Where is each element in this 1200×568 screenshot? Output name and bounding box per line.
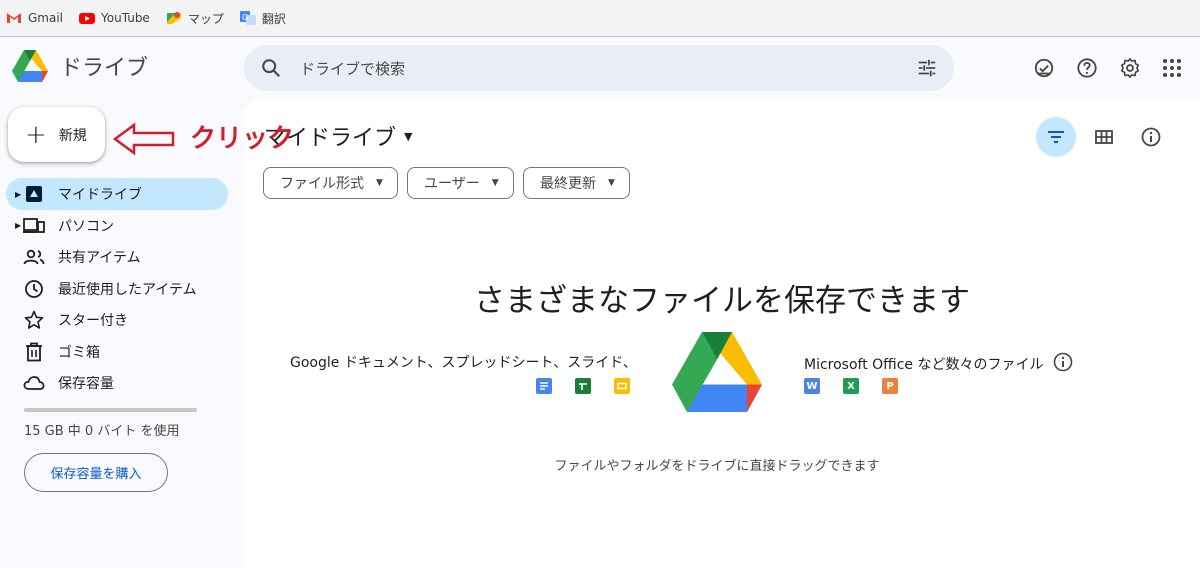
annotation-text: クリック (190, 124, 295, 154)
sidebar-item-recent[interactable]: 最近使用したアイテム (6, 273, 228, 305)
sidebar-item-label: 最近使用したアイテム (58, 281, 197, 298)
annotation-arrow-icon (112, 122, 175, 156)
computers-icon (23, 215, 45, 237)
sidebar-item-label: 保存容量 (58, 376, 114, 392)
slides-icon (614, 378, 630, 394)
sidebar-item-label: マイドライブ (58, 187, 142, 203)
sheets-icon (575, 378, 591, 394)
help-icon[interactable] (1075, 56, 1099, 80)
new-button[interactable]: + 新規 (8, 107, 105, 162)
main-content: マイドライブ ▼ ファイル形式 ▼ ユーザー ▼ 最終更新 ▼ さまざまなファイルを保… (244, 100, 1200, 568)
sidebar-item-my-drive[interactable]: ▶ マイドライブ (6, 178, 228, 210)
apps-grid-icon[interactable] (1160, 56, 1184, 80)
info-icon[interactable] (1053, 352, 1073, 376)
grid-view-button[interactable] (1084, 117, 1124, 157)
my-drive-icon (23, 183, 45, 205)
gmail-icon (6, 11, 22, 25)
chevron-down-icon: ▼ (608, 178, 615, 188)
office-caption-text: Microsoft Office など数々のファイル (804, 357, 1044, 373)
storage-usage-bar (24, 408, 197, 412)
filter-chip-modified[interactable]: 最終更新 ▼ (523, 167, 630, 199)
filter-icon (1048, 131, 1064, 143)
powerpoint-icon: P (882, 378, 898, 394)
bookmark-label: マップ (187, 11, 224, 26)
youtube-icon (79, 11, 96, 25)
sidebar-item-starred[interactable]: スター付き (6, 304, 228, 336)
docs-icon (536, 378, 552, 394)
title-dropdown-icon: ▼ (404, 129, 413, 143)
office-files-caption: Microsoft Office など数々のファイル (804, 352, 1073, 376)
bookmark-gmail[interactable]: Gmail (6, 11, 63, 25)
expand-caret-icon[interactable]: ▶ (15, 190, 21, 199)
bookmarks-bar: Gmail YouTube マップ G 翻訳 (0, 0, 1200, 37)
sidebar-item-trash[interactable]: ゴミ箱 (6, 336, 228, 368)
sidebar-item-label: パソコン (58, 218, 114, 235)
bookmark-label: YouTube (101, 11, 150, 25)
sidebar-item-storage[interactable]: 保存容量 (6, 367, 228, 399)
shared-icon (23, 246, 45, 268)
chip-label: ユーザー (424, 176, 480, 192)
sidebar-item-label: スター付き (58, 313, 128, 329)
sidebar-nav: ▶ マイドライブ ▶ パソコン 共有アイテム 最近使用したアイテム スター付き (6, 178, 228, 399)
sidebar-item-shared[interactable]: 共有アイテム (6, 241, 228, 273)
filter-chip-file-type[interactable]: ファイル形式 ▼ (263, 167, 398, 199)
chevron-down-icon: ▼ (491, 178, 499, 188)
filter-chip-user[interactable]: ユーザー ▼ (407, 167, 514, 199)
search-input[interactable]: ドライブで検索 (300, 58, 916, 79)
sidebar-item-label: 共有アイテム (58, 250, 141, 266)
maps-icon (166, 11, 182, 25)
drive-logo-icon (12, 50, 48, 82)
app-name: ドライブ (60, 56, 149, 81)
grid-view-icon (1095, 130, 1113, 144)
new-button-label: 新規 (58, 127, 87, 144)
cloud-icon (23, 372, 45, 394)
settings-gear-icon[interactable] (1118, 56, 1142, 80)
search-options-icon[interactable] (916, 57, 938, 79)
translate-icon: G (239, 11, 256, 25)
bookmark-maps[interactable]: マップ (166, 10, 224, 27)
storage-usage-text: 15 GB 中 0 バイト を使用 (24, 424, 180, 439)
drag-hint-text: ファイルやフォルダをドライブに直接ドラッグできます (554, 459, 880, 474)
bookmark-translate[interactable]: G 翻訳 (239, 10, 286, 27)
bookmark-label: Gmail (28, 11, 64, 25)
bookmark-label: 翻訳 (261, 11, 286, 26)
buy-storage-button[interactable]: 保存容量を購入 (24, 453, 168, 492)
trash-icon (23, 341, 45, 363)
word-icon: W (804, 378, 820, 394)
star-icon (23, 309, 45, 331)
filter-view-button[interactable] (1036, 117, 1076, 157)
details-button[interactable] (1131, 117, 1171, 157)
clock-icon (23, 278, 45, 300)
empty-state-title: さまざまなファイルを保存できます (474, 283, 970, 319)
excel-icon: X (843, 378, 859, 394)
ready-offline-icon[interactable] (1032, 56, 1056, 80)
plus-icon: + (25, 119, 47, 150)
google-apps-caption: Google ドキュメント、スプレッドシート、スライド、 (290, 355, 637, 371)
search-bar[interactable]: ドライブで検索 (244, 45, 954, 91)
chip-label: ファイル形式 (280, 176, 364, 192)
drive-large-logo-icon (672, 332, 762, 412)
chip-label: 最終更新 (540, 176, 596, 192)
info-icon (1141, 127, 1161, 147)
bookmark-youtube[interactable]: YouTube (79, 11, 150, 25)
chevron-down-icon: ▼ (376, 178, 383, 188)
sidebar-item-label: ゴミ箱 (58, 344, 100, 361)
drive-logo-link[interactable]: ドライブ (12, 50, 148, 82)
svg-text:G: G (242, 13, 248, 22)
expand-caret-icon[interactable]: ▶ (15, 221, 21, 230)
search-icon[interactable] (260, 57, 282, 79)
sidebar-item-computers[interactable]: ▶ パソコン (6, 210, 228, 242)
